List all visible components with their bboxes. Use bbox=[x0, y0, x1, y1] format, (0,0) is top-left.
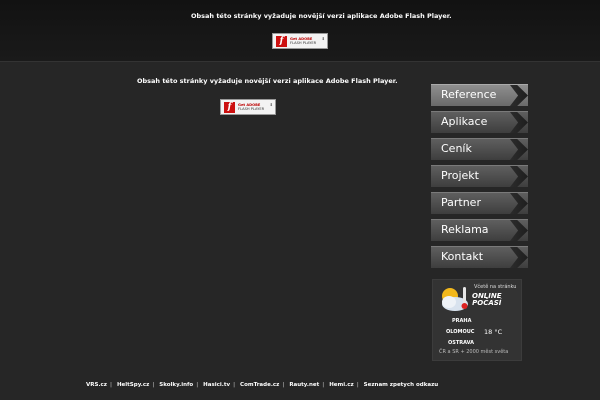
weather-sun-cloud-icon bbox=[442, 287, 468, 311]
badge-line2: FLASH PLAYER bbox=[290, 41, 317, 45]
temperature-value: 18 °C bbox=[484, 328, 503, 336]
menu-label: Projekt bbox=[441, 169, 479, 182]
weather-widget[interactable]: Včetě na stránku ONLINE POČASÍ PRAHA OLO… bbox=[432, 279, 522, 361]
menu-partner[interactable]: Partner bbox=[431, 192, 528, 214]
footer-link[interactable]: Hemi.cz bbox=[329, 382, 354, 388]
weather-footer: ČR a SR + 2000 měst světa bbox=[439, 349, 509, 355]
chevron-right-icon bbox=[510, 220, 528, 241]
chevron-right-icon bbox=[510, 193, 528, 214]
chevron-right-icon bbox=[510, 112, 528, 133]
footer-link[interactable]: Hasici.tv bbox=[203, 382, 230, 388]
flash-notice-top: Obsah této stránky vyžaduje novější verz… bbox=[191, 12, 452, 20]
get-flash-button-main[interactable]: f Get ADOBE FLASH PLAYER ⬇ bbox=[220, 99, 276, 115]
menu-label: Ceník bbox=[441, 142, 472, 155]
download-arrow-icon: ⬇ bbox=[321, 36, 325, 41]
footer-link[interactable]: ComTrade.cz bbox=[240, 382, 279, 388]
menu-reklama[interactable]: Reklama bbox=[431, 219, 528, 241]
menu-label: Reklama bbox=[441, 223, 489, 236]
footer-link[interactable]: Skolky.info bbox=[159, 382, 193, 388]
download-arrow-icon: ⬇ bbox=[269, 102, 273, 107]
menu-kontakt[interactable]: Kontakt bbox=[431, 246, 528, 268]
footer-link[interactable]: Rauty.net bbox=[289, 382, 319, 388]
weather-header: Včetě na stránku bbox=[474, 284, 517, 290]
badge-line2: FLASH PLAYER bbox=[238, 107, 265, 111]
chevron-right-icon bbox=[510, 139, 528, 160]
menu-label: Aplikace bbox=[441, 115, 488, 128]
city-praha[interactable]: PRAHA bbox=[452, 318, 471, 324]
weather-brand: ONLINE POČASÍ bbox=[472, 293, 502, 307]
footer-link[interactable]: Seznam zpetych odkazu bbox=[364, 382, 439, 388]
chevron-right-icon bbox=[510, 166, 528, 187]
get-flash-button-top[interactable]: f Get ADOBE FLASH PLAYER ⬇ bbox=[272, 33, 328, 49]
top-flash-band bbox=[0, 0, 600, 62]
menu-label: Reference bbox=[441, 88, 497, 101]
city-ostrava[interactable]: OSTRAVA bbox=[448, 340, 474, 346]
menu-aplikace[interactable]: Aplikace bbox=[431, 111, 528, 133]
chevron-right-icon bbox=[510, 247, 528, 268]
brand-line2: POČASÍ bbox=[472, 299, 502, 307]
menu-label: Kontakt bbox=[441, 250, 484, 263]
flash-logo-icon: f bbox=[224, 101, 235, 113]
flash-notice-main: Obsah této stránky vyžaduje novější verz… bbox=[137, 77, 398, 85]
city-olomouc[interactable]: OLOMOUC bbox=[446, 329, 474, 335]
menu-projekt[interactable]: Projekt bbox=[431, 165, 528, 187]
menu-reference[interactable]: Reference bbox=[431, 84, 528, 106]
footer-link[interactable]: VRS.cz bbox=[86, 382, 107, 388]
footer-link[interactable]: HeltSpy.cz bbox=[117, 382, 149, 388]
chevron-right-icon bbox=[510, 85, 528, 106]
flash-logo-icon: f bbox=[276, 35, 287, 47]
menu-label: Partner bbox=[441, 196, 481, 209]
menu-cenik[interactable]: Ceník bbox=[431, 138, 528, 160]
footer-links: VRS.cz | HeltSpy.cz | Skolky.info | Hasici.… bbox=[86, 382, 439, 388]
